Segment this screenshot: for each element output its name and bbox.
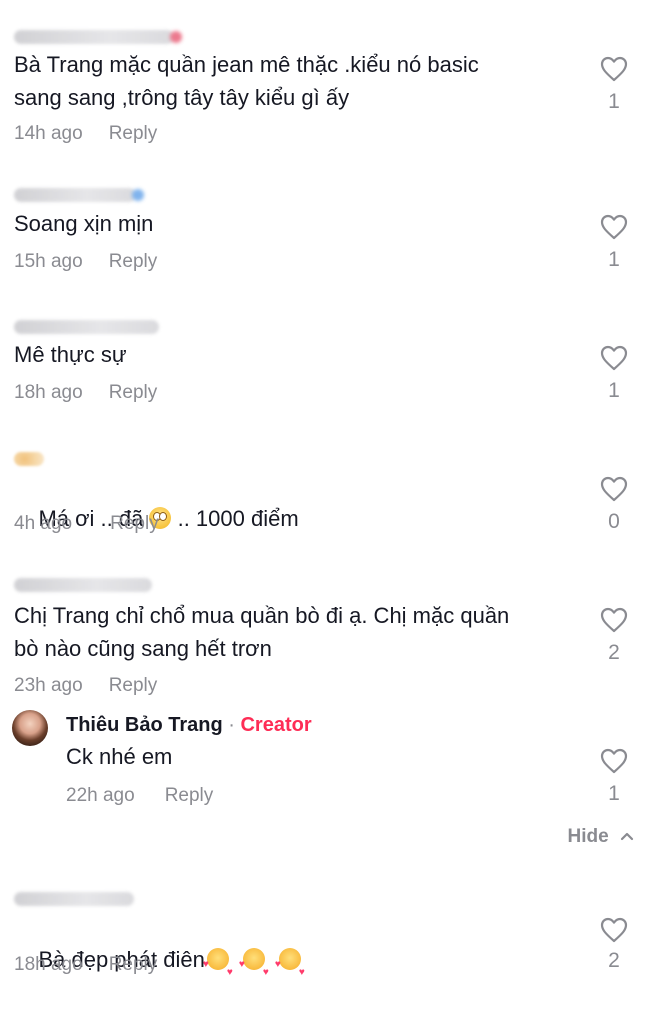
reply-button[interactable]: Reply (109, 251, 158, 272)
like-button[interactable]: 2 (596, 917, 632, 973)
like-button[interactable]: 2 (596, 607, 632, 665)
comment-time: 14h ago (14, 123, 83, 144)
comment-time: 4h ago (14, 513, 73, 534)
like-count: 2 (608, 949, 620, 972)
username-blurred[interactable] (14, 452, 44, 466)
comment-meta: 18h ago Reply (14, 382, 157, 404)
reply-button[interactable]: Reply (109, 382, 158, 403)
heart-outline-icon[interactable] (600, 607, 628, 633)
comment-meta: 23h ago Reply (14, 675, 157, 697)
username-blurred[interactable] (14, 892, 134, 906)
username-blurred[interactable] (14, 188, 144, 202)
like-button[interactable]: 0 (596, 476, 632, 534)
comment-meta: 15h ago Reply (14, 251, 157, 273)
heart-outline-icon[interactable] (600, 345, 628, 371)
comment-text: Bà Trang mặc quần jean mê thặc .kiểu nó … (14, 52, 479, 110)
badge-icon (170, 31, 182, 43)
reply-text: Ck nhé em (66, 744, 173, 769)
comment-time: 18h ago (14, 954, 83, 975)
comment-text: Chị Trang chỉ chổ mua quần bò đi ạ. Chị … (14, 603, 510, 661)
like-count: 1 (608, 782, 620, 805)
heart-outline-icon[interactable] (600, 917, 628, 943)
heart-outline-icon[interactable] (600, 476, 628, 502)
avatar[interactable] (12, 710, 48, 746)
smiling-face-with-hearts-icon (203, 948, 233, 989)
reply-button[interactable]: Reply (109, 675, 158, 696)
smiling-face-with-hearts-icon (239, 948, 269, 989)
username-blurred[interactable] (14, 30, 182, 44)
like-button[interactable]: 1 (596, 345, 632, 403)
hide-label: Hide (567, 826, 609, 847)
like-button[interactable]: 1 (596, 214, 632, 272)
creator-badge: Creator (240, 714, 312, 736)
heart-outline-icon[interactable] (600, 56, 628, 82)
author-name[interactable]: Thiêu Bảo Trang (66, 714, 223, 736)
comment-text: Soang xịn mịn (14, 211, 154, 236)
comment-meta: 4h ago Reply (14, 513, 159, 535)
like-button[interactable]: 1 (596, 748, 632, 806)
hide-replies-button[interactable]: Hide (568, 826, 634, 848)
separator: · (228, 714, 235, 736)
like-count: 1 (608, 90, 620, 113)
chevron-up-icon (620, 832, 634, 841)
reply-time: 22h ago (66, 785, 135, 806)
like-count: 2 (608, 641, 620, 664)
reply-button[interactable]: Reply (165, 785, 214, 806)
badge-icon (132, 189, 144, 201)
reply-button[interactable]: Reply (110, 513, 159, 534)
comment-meta: 18h ago Reply (14, 954, 157, 976)
smiling-face-with-hearts-icon (275, 948, 305, 989)
reply-meta: 22h ago Reply (66, 785, 213, 807)
comment-text-part: .. 1000 điểm (171, 506, 299, 531)
username-blurred[interactable] (14, 320, 159, 334)
comment-time: 23h ago (14, 675, 83, 696)
reply-button[interactable]: Reply (109, 954, 158, 975)
heart-outline-icon[interactable] (600, 748, 628, 774)
like-count: 1 (608, 379, 620, 402)
like-button[interactable]: 1 (596, 56, 632, 114)
reply-button[interactable]: Reply (109, 123, 158, 144)
reply-author: Thiêu Bảo Trang · Creator (66, 714, 312, 737)
heart-outline-icon[interactable] (600, 214, 628, 240)
comment-meta: 14h ago Reply (14, 123, 157, 145)
comment-time: 18h ago (14, 382, 83, 403)
comment-time: 15h ago (14, 251, 83, 272)
comment-text: Mê thực sự (14, 342, 127, 367)
like-count: 0 (608, 510, 620, 533)
username-blurred[interactable] (14, 578, 152, 592)
like-count: 1 (608, 248, 620, 271)
